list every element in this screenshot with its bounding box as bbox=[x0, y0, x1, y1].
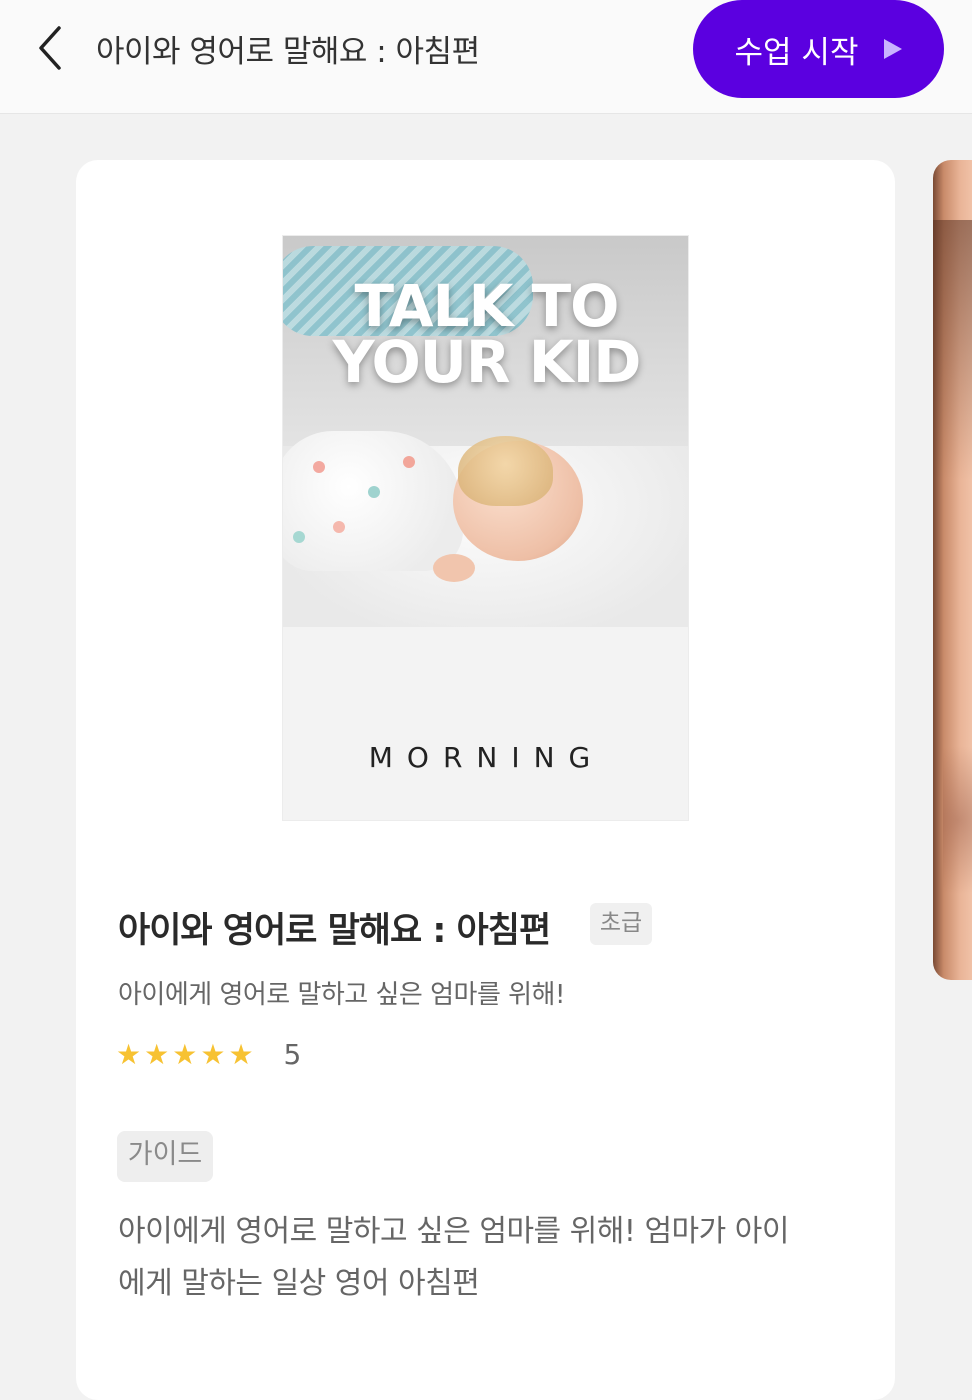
rating: ★ ★ ★ ★ ★ 5 bbox=[116, 1038, 301, 1071]
course-cover-image: TALK TO YOUR KID MORNING bbox=[282, 235, 689, 821]
course-card: TALK TO YOUR KID MORNING 아이와 영어로 말해요 : 아… bbox=[76, 160, 895, 1400]
course-subtitle: 아이에게 영어로 말하고 싶은 엄마를 위해! bbox=[118, 980, 565, 1010]
back-button[interactable] bbox=[22, 18, 78, 78]
star-icon: ★ bbox=[144, 1037, 170, 1071]
cover-photo: TALK TO YOUR KID bbox=[283, 236, 688, 627]
start-class-button[interactable]: 수업 시작 bbox=[693, 0, 944, 98]
start-class-label: 수업 시작 bbox=[734, 34, 859, 71]
star-icon: ★ bbox=[228, 1037, 254, 1071]
star-rating: ★ ★ ★ ★ ★ bbox=[116, 1037, 254, 1071]
next-course-card-preview[interactable] bbox=[933, 160, 972, 980]
top-bar: 아이와 영어로 말해요 : 아침편 수업 시작 bbox=[0, 0, 972, 114]
star-icon: ★ bbox=[116, 1037, 142, 1071]
guide-badge: 가이드 bbox=[117, 1131, 213, 1182]
cover-title: TALK TO YOUR KID bbox=[332, 272, 642, 396]
course-description: 아이에게 영어로 말하고 싶은 엄마를 위해! 엄마가 아이에게 말하는 일상 … bbox=[118, 1214, 789, 1301]
level-badge: 초급 bbox=[590, 903, 652, 945]
course-title: 아이와 영어로 말해요 : 아침편 bbox=[118, 911, 551, 951]
star-icon: ★ bbox=[172, 1037, 198, 1071]
page-title: 아이와 영어로 말해요 : 아침편 bbox=[96, 34, 480, 70]
play-icon bbox=[884, 39, 903, 59]
star-icon: ★ bbox=[200, 1037, 226, 1071]
rating-value: 5 bbox=[283, 1038, 302, 1071]
cover-subtitle: MORNING bbox=[368, 741, 605, 774]
chevron-left-icon bbox=[39, 26, 61, 70]
